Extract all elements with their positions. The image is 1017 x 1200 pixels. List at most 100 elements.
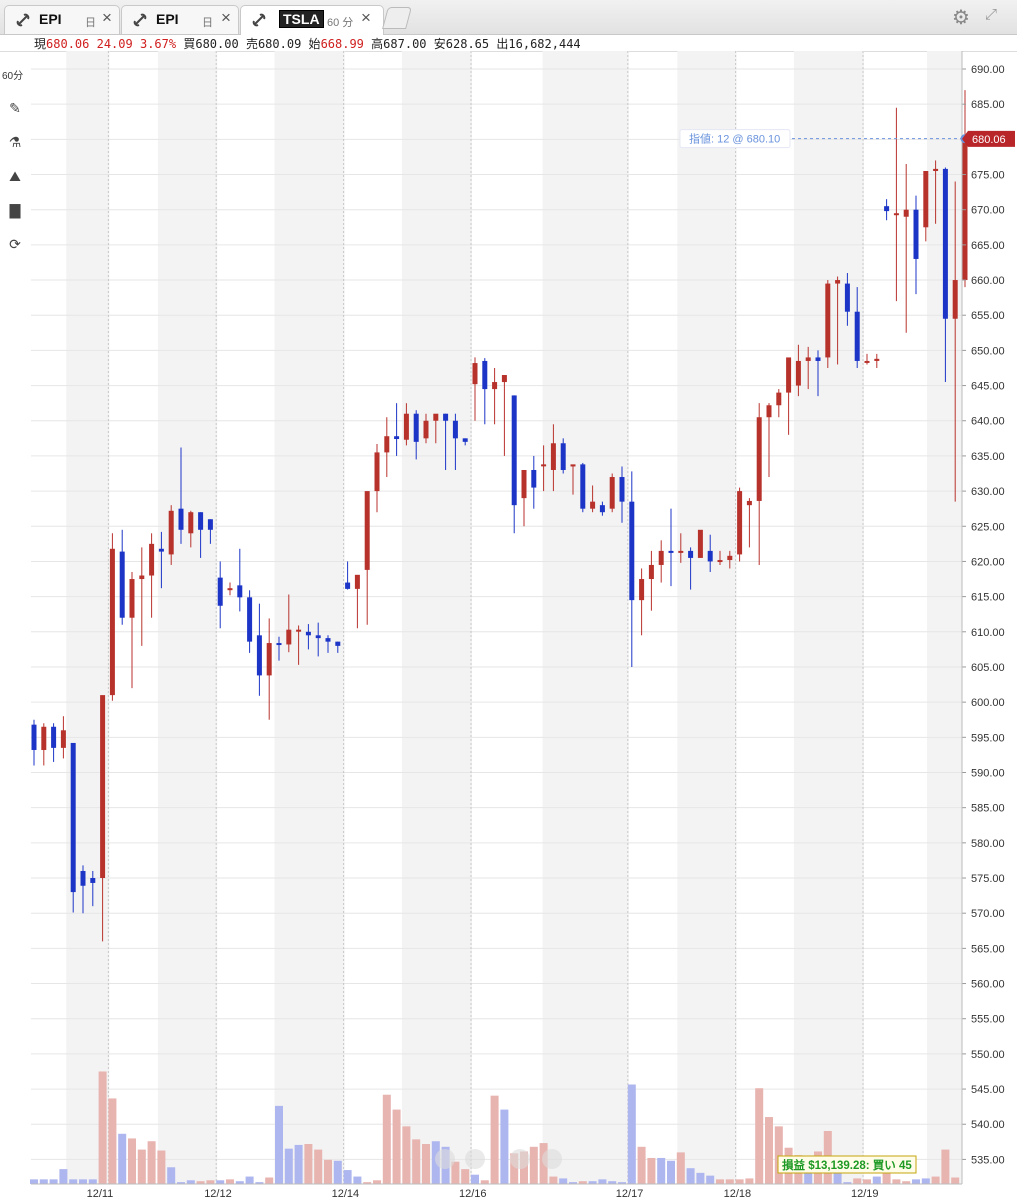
volume-bar (471, 1174, 479, 1184)
expand-icon[interactable]: ⤢ (985, 6, 997, 23)
volume-bar (755, 1088, 764, 1184)
pan-left-icon[interactable] (510, 1149, 530, 1169)
y-tick-label: 625.00 (971, 521, 1005, 533)
volume-bar (863, 1179, 871, 1184)
quote-bar: 現680.06 24.09 3.67% 買680.00 売680.09 始668… (0, 34, 1017, 52)
candle-body (207, 519, 213, 530)
candle-body (325, 638, 331, 642)
pan-right-icon[interactable] (542, 1149, 562, 1169)
volume-bar (284, 1148, 293, 1184)
flask-icon[interactable]: ⚗ (4, 134, 26, 156)
session-band (793, 51, 864, 1184)
candle-body (531, 469, 537, 488)
candle-body (756, 417, 762, 501)
candle-body (942, 168, 948, 319)
y-tick-label: 690.00 (971, 64, 1005, 76)
volume-bar (402, 1126, 411, 1184)
candle-body (403, 413, 409, 440)
candle-body (227, 588, 233, 591)
y-tick-label: 610.00 (971, 627, 1005, 639)
close-icon[interactable]: × (221, 8, 231, 28)
change: 24.09 (96, 37, 133, 51)
y-tick-label: 685.00 (971, 99, 1005, 111)
candle-body (697, 529, 703, 558)
open: 668.99 (320, 37, 364, 51)
y-tick-label: 575.00 (971, 873, 1005, 885)
volume-bar (137, 1149, 146, 1184)
candle-body (247, 597, 253, 642)
volume-bar (422, 1144, 430, 1184)
candle-body (315, 635, 321, 639)
session-band (677, 51, 737, 1184)
y-tick-label: 560.00 (971, 979, 1005, 991)
gear-icon[interactable]: ⚙ (952, 5, 970, 30)
zoom-out-icon[interactable] (435, 1149, 455, 1169)
volume-bar (88, 1179, 97, 1184)
last-price: 680.06 (46, 37, 90, 51)
indicator-icon[interactable]: ⛰ (4, 168, 26, 190)
price-chart[interactable]: 535.00 540.00 545.00 550.00 555.00 560.00 565.… (0, 51, 1017, 1200)
draw-icon[interactable]: ✎ (4, 100, 26, 122)
candle-body (443, 413, 449, 421)
tab-symbol: EPI (39, 11, 62, 27)
candle-body (874, 358, 880, 361)
candle-body (815, 357, 821, 361)
volume-bar (529, 1146, 538, 1184)
candle-body (178, 508, 184, 530)
candle-body (668, 550, 674, 553)
session-band (542, 51, 629, 1184)
tab-epi-2[interactable]: EPI 日 × (121, 5, 239, 34)
volume-bar (226, 1179, 234, 1184)
volume-bar (314, 1149, 323, 1184)
candle-body (844, 283, 850, 312)
volume-bar (627, 1084, 636, 1184)
refresh-icon[interactable]: ⟳ (4, 236, 26, 258)
candle-body (70, 742, 76, 893)
bars-icon[interactable]: ▇ (4, 202, 26, 224)
candle-body (452, 420, 458, 439)
volume-bar (667, 1160, 675, 1184)
candle-body (266, 643, 272, 676)
zoom-in-icon[interactable] (465, 1149, 485, 1169)
tab-tsla[interactable]: TSLA 60 分 × (240, 5, 384, 35)
volume-bar (69, 1179, 78, 1184)
y-tick-label: 580.00 (971, 838, 1005, 850)
tab-epi-1[interactable]: EPI 日 × (4, 5, 120, 34)
volume-bar (167, 1167, 176, 1184)
y-tick-label: 540.00 (971, 1119, 1005, 1131)
volume-bar (549, 1176, 558, 1184)
y-tick-label: 535.00 (971, 1154, 1005, 1166)
x-tick-label: 12/14 (332, 1188, 360, 1200)
y-tick-label: 615.00 (971, 592, 1005, 604)
candle-body (707, 550, 713, 562)
volume-bar (951, 1177, 960, 1184)
candle-body (129, 579, 135, 618)
volume-bar (676, 1152, 685, 1184)
y-tick-label: 545.00 (971, 1084, 1005, 1096)
new-tab-button[interactable] (382, 7, 412, 29)
candle-body (139, 575, 145, 580)
volume-bar (490, 1095, 499, 1184)
close-icon[interactable]: × (102, 8, 112, 28)
y-tick-label: 600.00 (971, 697, 1005, 709)
volume-bar (275, 1105, 283, 1184)
volume-bar (373, 1180, 381, 1184)
candle-body (109, 548, 115, 696)
candle-body (237, 585, 243, 598)
candle-body (511, 395, 517, 506)
candle-body (80, 870, 86, 886)
y-tick-label: 645.00 (971, 381, 1005, 393)
close-icon[interactable]: × (361, 8, 371, 28)
candle-body (462, 438, 468, 442)
y-tick-label: 665.00 (971, 240, 1005, 252)
volume-bar (216, 1180, 225, 1184)
y-tick-label: 595.00 (971, 732, 1005, 744)
candle-body (168, 510, 174, 555)
volume-bar (128, 1138, 136, 1184)
volume-bar (931, 1176, 940, 1184)
timeframe-label[interactable]: 60分 (2, 67, 23, 82)
volume-bar (343, 1170, 352, 1184)
candle-body (188, 512, 194, 534)
candle-body (746, 500, 752, 506)
tab-symbol: EPI (156, 11, 179, 27)
